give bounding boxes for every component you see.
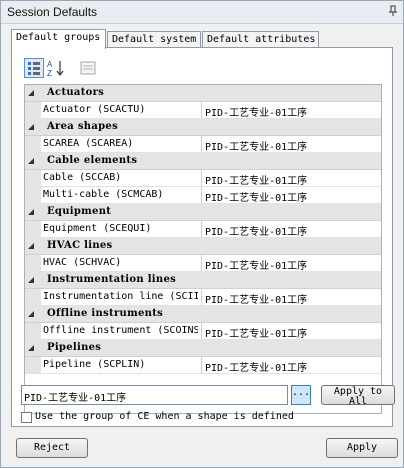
property-row[interactable]: Pipeline (SCPLIN) PID-工艺专业-01工序 [25,357,381,374]
svg-text:Z: Z [47,69,52,78]
category-hvac-lines[interactable]: HVAC lines [25,238,381,255]
property-value[interactable]: PID-工艺专业-01工序 [205,223,307,238]
default-groups-panel: A Z Actuators Actuator (SCACTU) PID-工艺专业… [11,47,393,427]
category-area-shapes[interactable]: Area shapes [25,119,381,136]
collapse-icon[interactable] [26,306,37,322]
column-divider [201,255,202,271]
row-gutter [25,136,41,152]
category-equipment[interactable]: Equipment [25,204,381,221]
collapse-icon[interactable] [26,272,37,288]
row-gutter [25,255,41,271]
group-value-input[interactable]: PID-工艺专业-01工序 [21,385,288,405]
title-bar: Session Defaults [1,1,403,24]
collapse-icon[interactable] [26,85,37,101]
property-value[interactable]: PID-工艺专业-01工序 [205,325,307,340]
category-label: Cable elements [47,155,138,166]
property-row[interactable]: Cable (SCCAB) PID-工艺专业-01工序 [25,170,381,187]
column-divider [201,221,202,237]
category-label: Actuators [47,87,105,98]
row-gutter [25,102,41,118]
property-name: HVAC (SCHVAC) [43,257,122,268]
property-row[interactable]: HVAC (SCHVAC) PID-工艺专业-01工序 [25,255,381,272]
pin-icon[interactable] [387,5,399,17]
categorized-view-icon[interactable] [24,58,44,78]
category-actuators[interactable]: Actuators [25,85,381,102]
apply-button[interactable]: Apply [326,438,398,458]
column-divider [201,187,202,203]
property-row[interactable]: SCAREA (SCAREA) PID-工艺专业-01工序 [25,136,381,153]
row-gutter [25,221,41,237]
property-row[interactable]: Equipment (SCEQUI) PID-工艺专业-01工序 [25,221,381,238]
sort-alphabetical-icon[interactable]: A Z [46,58,66,78]
column-divider [201,136,202,152]
property-value[interactable]: PID-工艺专业-01工序 [205,189,307,204]
property-row[interactable]: Offline instrument (SCOINS PID-工艺专业-01工序 [25,323,381,340]
property-row[interactable]: Multi-cable (SCMCAB) PID-工艺专业-01工序 [25,187,381,204]
column-divider [201,357,202,373]
property-value[interactable]: PID-工艺专业-01工序 [205,359,307,374]
collapse-icon[interactable] [26,119,37,135]
collapse-icon[interactable] [26,340,37,356]
tab-default-groups[interactable]: Default groups [11,29,106,49]
browse-button[interactable]: ... [291,385,311,405]
property-row[interactable]: Actuator (SCACTU) PID-工艺专业-01工序 [25,102,381,119]
row-gutter [25,357,41,373]
property-name: Instrumentation line (SCII [43,291,198,302]
column-divider [201,102,202,118]
column-divider [201,323,202,339]
category-label: Equipment [47,206,112,217]
collapse-icon[interactable] [26,238,37,254]
reject-button[interactable]: Reject [16,438,88,458]
category-cable-elements[interactable]: Cable elements [25,153,381,170]
checkbox-box[interactable] [21,412,32,423]
property-name: SCAREA (SCAREA) [43,138,134,149]
checkbox-label: Use the group of CE when a shape is defi… [35,411,294,422]
tab-default-system[interactable]: Default system [107,31,201,47]
property-value[interactable]: PID-工艺专业-01工序 [205,172,307,187]
property-grid: Actuators Actuator (SCACTU) PID-工艺专业-01工… [24,84,382,414]
apply-to-all-button[interactable]: Apply to All [321,385,395,405]
property-value[interactable]: PID-工艺专业-01工序 [205,291,307,306]
property-value[interactable]: PID-工艺专业-01工序 [205,138,307,153]
category-label: Offline instruments [47,308,164,319]
category-label: HVAC lines [47,240,113,251]
property-pages-icon[interactable] [78,58,98,78]
category-label: Instrumentation lines [47,274,177,285]
category-pipelines[interactable]: Pipelines [25,340,381,357]
property-name: Pipeline (SCPLIN) [43,359,146,370]
category-offline-instruments[interactable]: Offline instruments [25,306,381,323]
property-value[interactable]: PID-工艺专业-01工序 [205,257,307,272]
session-defaults-window: Session Defaults Default groups Default … [0,0,404,468]
collapse-icon[interactable] [26,204,37,220]
property-row[interactable]: Instrumentation line (SCII PID-工艺专业-01工序 [25,289,381,306]
property-name: Offline instrument (SCOINS [43,325,198,336]
row-gutter [25,170,41,186]
collapse-icon[interactable] [26,153,37,169]
category-label: Pipelines [47,342,102,353]
property-name: Actuator (SCACTU) [43,104,146,115]
property-value[interactable]: PID-工艺专业-01工序 [205,104,307,119]
property-name: Cable (SCCAB) [43,172,122,183]
svg-text:A: A [47,60,53,69]
property-name: Multi-cable (SCMCAB) [43,189,164,200]
property-name: Equipment (SCEQUI) [43,223,152,234]
window-title: Session Defaults [7,5,98,19]
row-gutter [25,323,41,339]
column-divider [201,170,202,186]
row-gutter [25,289,41,305]
tab-default-attributes[interactable]: Default attributes [202,31,319,47]
row-gutter [25,187,41,203]
column-divider [201,289,202,305]
category-instrumentation-lines[interactable]: Instrumentation lines [25,272,381,289]
category-label: Area shapes [47,121,119,132]
